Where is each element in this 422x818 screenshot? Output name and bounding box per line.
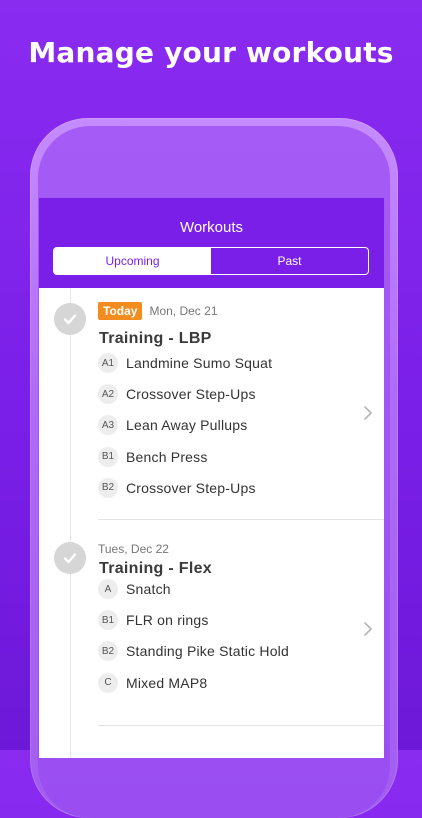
exercise-name: Crossover Step-Ups	[126, 479, 256, 496]
workout-date-row: Today Mon, Dec 21	[98, 302, 218, 320]
chevron-right-icon[interactable]	[364, 622, 372, 641]
workout-title: Training - Flex	[99, 560, 212, 577]
exercise-name: FLR on rings	[126, 612, 209, 629]
workout-card[interactable]: Today Mon, Dec 21 Training - LBP A1 Landm…	[39, 288, 384, 520]
exercise-name: Standing Pike Static Hold	[126, 643, 289, 660]
exercise-item: B1 FLR on rings	[98, 610, 209, 631]
workout-date: Mon, Dec 21	[149, 304, 218, 318]
workout-card[interactable]: Tues, Dec 22 Training - Flex A Snatch B1 FLR …	[39, 520, 384, 758]
exercise-item: B2 Standing Pike Static Hold	[98, 641, 289, 662]
exercise-code-badge: A1	[98, 353, 118, 373]
nav-bar: Workouts Upcoming Past	[39, 198, 384, 288]
exercise-code-badge: B2	[98, 477, 118, 498]
exercise-item: B2 Crossover Step-Ups	[98, 477, 256, 498]
divider	[98, 725, 384, 726]
check-icon[interactable]	[54, 303, 86, 335]
exercise-name: Lean Away Pullups	[126, 417, 248, 434]
nav-title: Workouts	[179, 219, 244, 236]
exercise-item: A3 Lean Away Pullups	[98, 415, 248, 436]
tab-past[interactable]: Past	[211, 248, 368, 274]
exercise-code-badge: B2	[98, 641, 118, 662]
today-badge: Today	[98, 302, 143, 320]
exercise-item: B1 Bench Press	[98, 446, 208, 467]
exercise-code-badge: A2	[98, 384, 118, 405]
exercise-code-badge: A3	[98, 415, 118, 436]
check-icon[interactable]	[54, 542, 86, 574]
headline: Manage your workouts	[28, 36, 394, 69]
app-screen: Workouts Upcoming Past Today Mon, Dec 21…	[39, 198, 384, 758]
exercise-item: A Snatch	[98, 579, 171, 599]
segmented-control: Upcoming Past	[53, 247, 369, 275]
tab-upcoming[interactable]: Upcoming	[54, 248, 211, 274]
workout-date: Tues, Dec 22	[98, 542, 169, 556]
chevron-right-icon[interactable]	[364, 406, 372, 425]
exercise-name: Landmine Sumo Squat	[126, 355, 273, 371]
exercise-name: Mixed MAP8	[126, 674, 208, 691]
exercise-code-badge: B1	[98, 610, 118, 631]
exercise-item: C Mixed MAP8	[98, 672, 208, 693]
exercise-code-badge: B1	[98, 446, 118, 467]
workout-title: Training - LBP	[99, 330, 212, 347]
exercise-code-badge: C	[98, 672, 118, 693]
exercise-name: Snatch	[126, 581, 171, 597]
exercise-name: Crossover Step-Ups	[126, 386, 256, 403]
exercise-code-badge: A	[98, 579, 118, 599]
exercise-item: A2 Crossover Step-Ups	[98, 384, 256, 405]
exercise-item: A1 Landmine Sumo Squat	[98, 353, 272, 373]
exercise-name: Bench Press	[126, 448, 208, 465]
workout-date-row: Tues, Dec 22	[98, 542, 169, 556]
